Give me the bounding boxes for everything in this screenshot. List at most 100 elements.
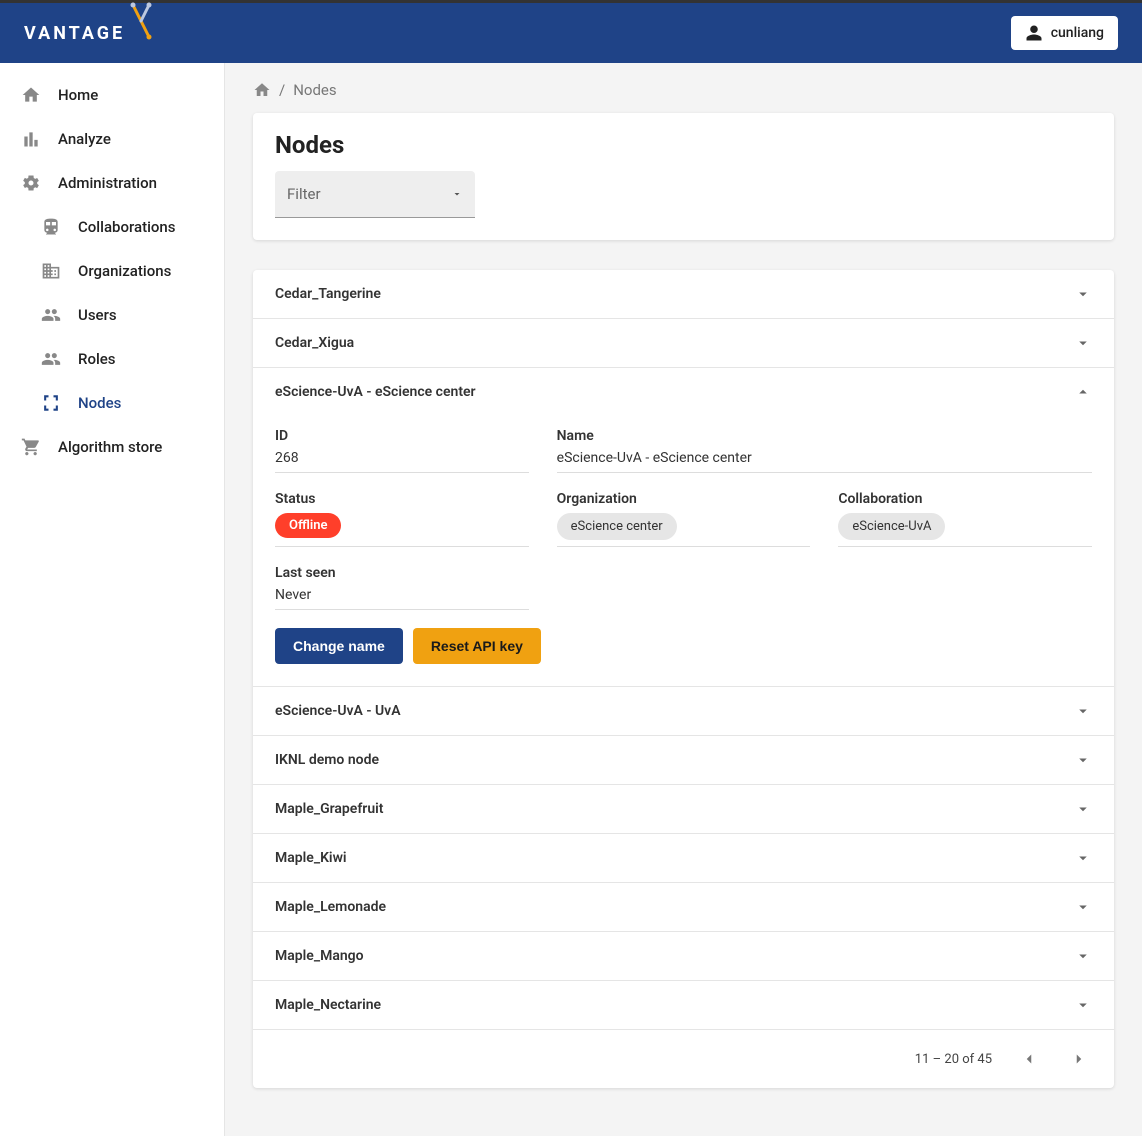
node-name: eScience-UvA - eScience center [275, 384, 476, 400]
sidebar-item-users[interactable]: Users [0, 293, 224, 337]
sidebar-item-home[interactable]: Home [0, 73, 224, 117]
reset-api-key-button[interactable]: Reset API key [413, 628, 541, 664]
field-id: ID 268 [275, 428, 529, 473]
chevron-down-icon [1074, 334, 1092, 352]
node-name: Maple_Mango [275, 948, 364, 964]
train-icon [40, 217, 62, 237]
sidebar-item-label: Algorithm store [58, 438, 162, 456]
pagination-next-button[interactable] [1066, 1046, 1092, 1072]
brackets-icon [40, 393, 62, 413]
brand-logo: VANTAGE [24, 11, 155, 55]
node-row: Maple_Lemonade [253, 882, 1114, 931]
sidebar-item-roles[interactable]: Roles [0, 337, 224, 381]
field-name: Name eScience-UvA - eScience center [557, 428, 1092, 473]
sidebar-item-algorithm-store[interactable]: Algorithm store [0, 425, 224, 469]
node-row-header[interactable]: Maple_Grapefruit [253, 785, 1114, 833]
chevron-down-icon [1074, 702, 1092, 720]
chevron-down-icon [1074, 898, 1092, 916]
organization-chip[interactable]: eScience center [557, 513, 677, 540]
gear-icon [20, 173, 42, 193]
node-row: eScience-UvA - UvA [253, 686, 1114, 735]
chevron-down-icon [1074, 800, 1092, 818]
sidebar-item-administration[interactable]: Administration [0, 161, 224, 205]
chevron-down-icon [1074, 947, 1092, 965]
node-row: Maple_Mango [253, 931, 1114, 980]
user-menu-button[interactable]: cunliang [1011, 16, 1118, 50]
node-row-header[interactable]: Cedar_Xigua [253, 319, 1114, 367]
nodes-accordion: Cedar_Tangerine Cedar_Xigua eScience-UvA… [253, 270, 1114, 1088]
node-row: Maple_Nectarine [253, 980, 1114, 1029]
sidebar-item-label: Organizations [78, 262, 171, 280]
pagination-prev-button[interactable] [1016, 1046, 1042, 1072]
sidebar-item-organizations[interactable]: Organizations [0, 249, 224, 293]
sidebar-item-label: Home [58, 86, 98, 104]
node-name: Cedar_Tangerine [275, 286, 381, 302]
field-label: Organization [557, 491, 811, 507]
chevron-down-icon [1074, 996, 1092, 1014]
chevron-down-icon [1074, 751, 1092, 769]
app-header: VANTAGE cunliang [0, 3, 1142, 63]
filter-card: Nodes Filter [253, 113, 1114, 240]
sidebar-item-label: Users [78, 306, 117, 324]
node-name: Maple_Lemonade [275, 899, 386, 915]
node-row-header[interactable]: eScience-UvA - eScience center [253, 368, 1114, 416]
page-title: Nodes [275, 131, 1092, 159]
sidebar-item-nodes[interactable]: Nodes [0, 381, 224, 425]
people-icon [40, 349, 62, 369]
node-row-header[interactable]: Maple_Nectarine [253, 981, 1114, 1029]
node-detail-panel: ID 268 Name eScience-UvA - eScience cent… [253, 416, 1114, 686]
sidebar-item-label: Nodes [78, 394, 121, 412]
sidebar-item-label: Roles [78, 350, 116, 368]
field-organization: Organization eScience center [557, 491, 811, 547]
chevron-down-icon [1074, 849, 1092, 867]
field-value: Never [275, 587, 529, 603]
sidebar-item-collaborations[interactable]: Collaborations [0, 205, 224, 249]
node-row: IKNL demo node [253, 735, 1114, 784]
node-name: Cedar_Xigua [275, 335, 354, 351]
node-row: Cedar_Tangerine [253, 270, 1114, 318]
node-row-header[interactable]: eScience-UvA - UvA [253, 687, 1114, 735]
node-name: eScience-UvA - UvA [275, 703, 401, 719]
field-collaboration: Collaboration eScience-UvA [838, 491, 1092, 547]
field-label: Last seen [275, 565, 529, 581]
breadcrumb-separator: / [279, 81, 285, 99]
sidebar-item-label: Analyze [58, 130, 111, 148]
sidebar-item-label: Collaborations [78, 218, 176, 236]
node-row-header[interactable]: Maple_Kiwi [253, 834, 1114, 882]
home-icon [20, 85, 42, 105]
main-content: / Nodes Nodes Filter Cedar_Tangerine [225, 63, 1142, 1136]
change-name-button[interactable]: Change name [275, 628, 403, 664]
node-row-header[interactable]: Maple_Lemonade [253, 883, 1114, 931]
chevron-down-icon [1074, 285, 1092, 303]
sidebar-item-label: Administration [58, 174, 157, 192]
node-row-header[interactable]: IKNL demo node [253, 736, 1114, 784]
node-row: Maple_Kiwi [253, 833, 1114, 882]
field-status: Status Offline [275, 491, 529, 547]
brand-icon [129, 0, 155, 43]
breadcrumb: / Nodes [253, 77, 1114, 103]
person-icon [1025, 24, 1043, 42]
people-icon [40, 305, 62, 325]
breadcrumb-current: Nodes [293, 81, 336, 99]
field-label: ID [275, 428, 529, 444]
node-name: Maple_Nectarine [275, 997, 381, 1013]
breadcrumb-home-icon[interactable] [253, 81, 271, 99]
node-row-header[interactable]: Maple_Mango [253, 932, 1114, 980]
status-badge-offline: Offline [275, 513, 341, 538]
sidebar-item-analyze[interactable]: Analyze [0, 117, 224, 161]
chevron-down-icon [451, 188, 463, 200]
building-icon [40, 261, 62, 281]
pagination-range: 11 – 20 of 45 [915, 1052, 992, 1067]
sidebar: Home Analyze Administration Collaboratio… [0, 63, 225, 1136]
pagination: 11 – 20 of 45 [253, 1029, 1114, 1088]
collaboration-chip[interactable]: eScience-UvA [838, 513, 945, 540]
field-label: Name [557, 428, 1092, 444]
field-value: eScience-UvA - eScience center [557, 450, 1092, 466]
cart-icon [20, 437, 42, 457]
brand-text: VANTAGE [24, 23, 125, 44]
node-row-header[interactable]: Cedar_Tangerine [253, 270, 1114, 318]
filter-select[interactable]: Filter [275, 171, 475, 218]
field-label: Collaboration [838, 491, 1092, 507]
field-value: 268 [275, 450, 529, 466]
filter-label: Filter [287, 185, 321, 203]
